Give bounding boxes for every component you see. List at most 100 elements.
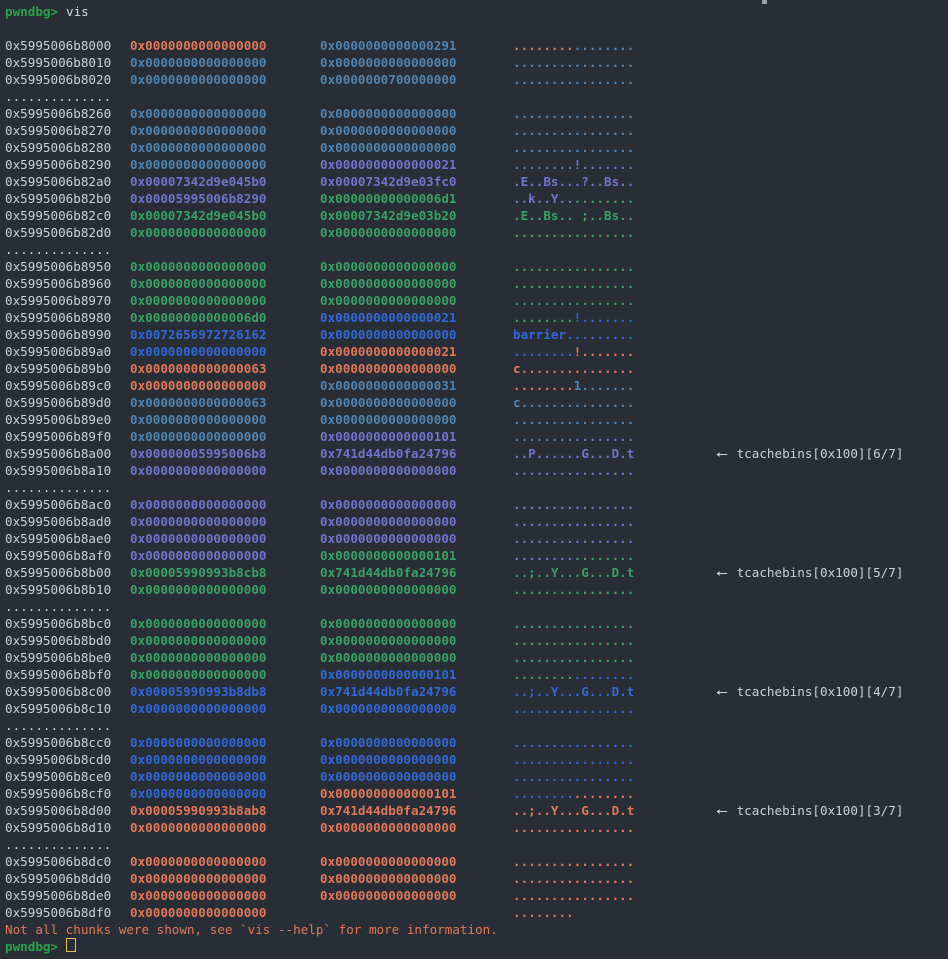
ascii-segment: ........: [513, 378, 574, 393]
memory-value-2: 0x0000000000000000: [320, 853, 456, 870]
ascii-segment: ................: [513, 582, 634, 597]
memory-row: 0x5995006b8cf00x00000000000000000x000000…: [0, 785, 948, 802]
ascii-segment: c...............: [513, 395, 634, 410]
memory-value-1: 0x0000000000000000: [130, 853, 266, 870]
memory-value-1: 0x0000000000000000: [130, 258, 266, 275]
ascii-repr: ................: [513, 819, 634, 836]
ascii-repr: ................: [513, 751, 634, 768]
memory-address: 0x5995006b8d10: [5, 819, 111, 836]
memory-row: 0x5995006b89c00x00000000000000000x000000…: [0, 377, 948, 394]
memory-value-1: 0x0000000000000000: [130, 343, 266, 360]
left-arrow-icon: ←: [716, 445, 728, 462]
ascii-segment: ................: [513, 497, 634, 512]
bin-annotation: ←tcachebins[0x100][3/7]: [716, 802, 903, 819]
ascii-segment: ................: [513, 123, 634, 138]
terminal: pwndbg>vis0x5995006b80000x00000000000000…: [0, 0, 948, 959]
ascii-segment: ........: [574, 38, 635, 53]
memory-value-2: 0x00000000000006d1: [320, 190, 456, 207]
memory-address: 0x5995006b8ad0: [5, 513, 111, 530]
ascii-segment: ................: [513, 72, 634, 87]
memory-value-1: 0x0000000000000000: [130, 513, 266, 530]
ascii-repr: ................: [513, 513, 634, 530]
memory-address: 0x5995006b8de0: [5, 887, 111, 904]
memory-value-1: 0x0000000000000000: [130, 904, 266, 921]
chunk-separator-row: ..............: [0, 836, 948, 853]
command-input-line[interactable]: pwndbg>: [0, 938, 948, 955]
ascii-repr: ........!.......: [513, 343, 634, 360]
ascii-repr: ..;..Y...G...D.t: [513, 802, 634, 819]
ascii-segment: ................: [513, 735, 634, 750]
memory-address: 0x5995006b8ac0: [5, 496, 111, 513]
memory-value-1: 0x00000000000006d0: [130, 309, 266, 326]
memory-value-2: 0x0000000000000000: [320, 615, 456, 632]
ascii-segment: ........: [574, 429, 635, 444]
memory-row: 0x5995006b8bd00x00000000000000000x000000…: [0, 632, 948, 649]
memory-address: 0x5995006b8cc0: [5, 734, 111, 751]
memory-value-1: 0x0000000000000000: [130, 105, 266, 122]
ascii-segment: ................: [513, 616, 634, 631]
memory-address: 0x5995006b8950: [5, 258, 111, 275]
memory-value-2: 0x0000000000000101: [320, 785, 456, 802]
memory-address: 0x5995006b8260: [5, 105, 111, 122]
memory-address: 0x5995006b8ae0: [5, 530, 111, 547]
memory-row: 0x5995006b8ce00x00000000000000000x000000…: [0, 768, 948, 785]
memory-value-1: 0x00005995006b8290: [130, 190, 266, 207]
ascii-segment: ................: [513, 854, 634, 869]
memory-row: 0x5995006b89800x00000000000006d00x000000…: [0, 309, 948, 326]
separator-dots: ..............: [5, 88, 111, 105]
memory-value-2: 0x0000000000000000: [320, 462, 456, 479]
memory-value-1: 0x0000000000000000: [130, 275, 266, 292]
memory-value-1: 0x00007342d9e045b0: [130, 173, 266, 190]
memory-address: 0x5995006b8bf0: [5, 666, 111, 683]
ascii-repr: ................: [513, 139, 634, 156]
ascii-repr: ................: [513, 734, 634, 751]
ascii-repr: ................: [513, 700, 634, 717]
ascii-segment: ................: [513, 531, 634, 546]
memory-value-1: 0x0000000000000000: [130, 530, 266, 547]
ascii-repr: ................: [513, 768, 634, 785]
ascii-segment: !.......: [574, 310, 635, 325]
ascii-segment: ........: [513, 344, 574, 359]
ascii-segment: c...............: [513, 361, 634, 376]
left-arrow-icon: ←: [716, 564, 728, 581]
ascii-segment: ........: [574, 548, 635, 563]
memory-row: 0x5995006b82600x00000000000000000x000000…: [0, 105, 948, 122]
memory-value-1: 0x0000000000000000: [130, 377, 266, 394]
ascii-repr: ................: [513, 292, 634, 309]
ascii-segment: ................: [513, 769, 634, 784]
memory-value-2: 0x0000000000000000: [320, 275, 456, 292]
ascii-segment: ................: [513, 55, 634, 70]
memory-value-1: 0x0000000000000000: [130, 785, 266, 802]
memory-value-1: 0x00000005995006b8: [130, 445, 266, 462]
memory-value-2: 0x741d44db0fa24796: [320, 683, 456, 700]
memory-value-1: 0x0000000000000000: [130, 71, 266, 88]
memory-value-1: 0x0000000000000000: [130, 615, 266, 632]
ascii-segment: .E..Bs...?..Bs..: [513, 174, 634, 189]
memory-address: 0x5995006b82b0: [5, 190, 111, 207]
memory-value-2: 0x00007342d9e03fc0: [320, 173, 456, 190]
memory-row: 0x5995006b8dd00x00000000000000000x000000…: [0, 870, 948, 887]
memory-row: 0x5995006b89d00x00000000000000630x000000…: [0, 394, 948, 411]
memory-address: 0x5995006b82c0: [5, 207, 111, 224]
memory-value-1: 0x0000000000000000: [130, 122, 266, 139]
ascii-segment: ................: [513, 650, 634, 665]
memory-address: 0x5995006b89f0: [5, 428, 111, 445]
memory-value-1: 0x0000000000000000: [130, 139, 266, 156]
bin-annotation: ← tcachebins[0x100][5/7]: [716, 564, 903, 581]
memory-address: 0x5995006b8af0: [5, 547, 111, 564]
terminal-cursor[interactable]: [66, 938, 76, 952]
ascii-segment: ........: [574, 191, 635, 206]
memory-row: 0x5995006b8c100x00000000000000000x000000…: [0, 700, 948, 717]
ascii-repr: ................: [513, 649, 634, 666]
ascii-repr: ................: [513, 785, 634, 802]
memory-value-2: 0x0000000000000000: [320, 513, 456, 530]
memory-value-1: 0x0000000000000000: [130, 462, 266, 479]
memory-row: 0x5995006b8dc00x00000000000000000x000000…: [0, 853, 948, 870]
memory-address: 0x5995006b8980: [5, 309, 111, 326]
prompt-label: pwndbg>: [5, 3, 58, 20]
memory-value-2: 0x0000000000000000: [320, 496, 456, 513]
ascii-segment: ................: [513, 701, 634, 716]
bin-annotation-label: tcachebins[0x100][5/7]: [737, 565, 904, 580]
ascii-segment: ........: [513, 429, 574, 444]
memory-value-2: 0x0000000000000000: [320, 768, 456, 785]
